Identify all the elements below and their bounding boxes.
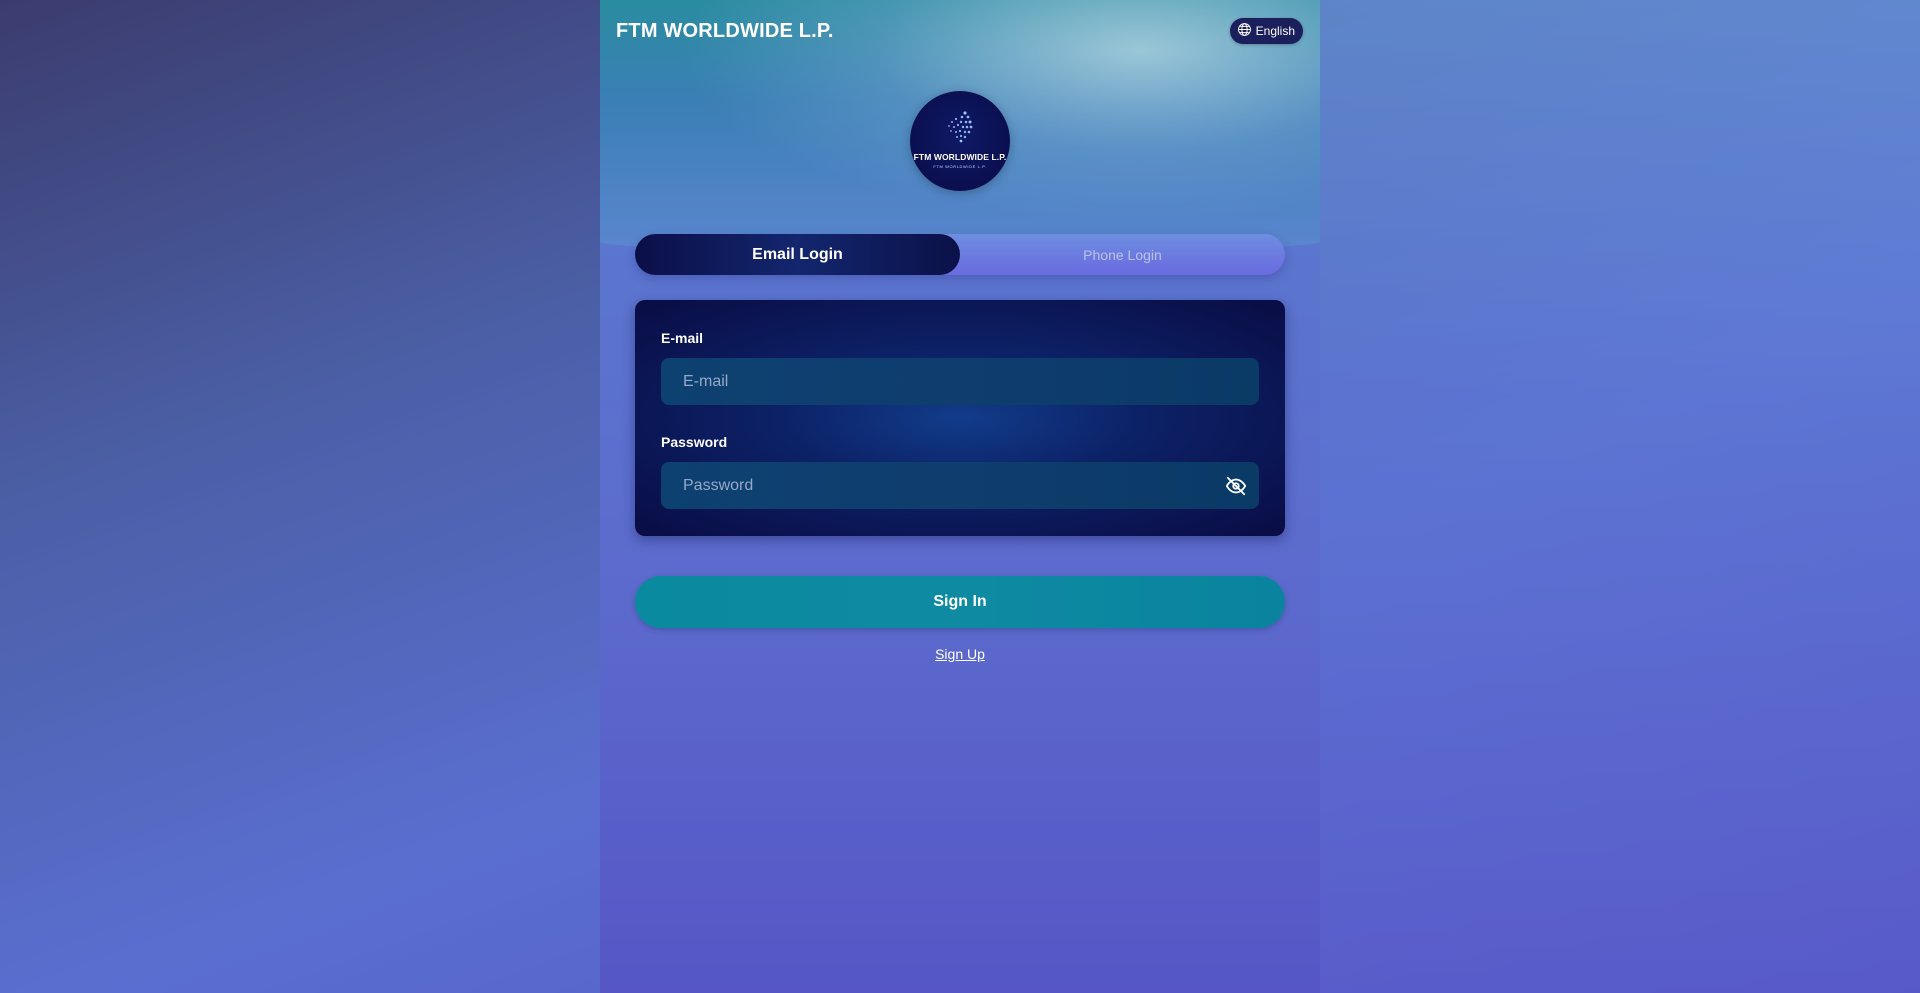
logo-subtext: FTM WORLDWIDE L.P. bbox=[933, 164, 987, 169]
email-field-wrapper[interactable] bbox=[661, 358, 1259, 405]
sign-in-button[interactable]: Sign In bbox=[635, 576, 1285, 628]
logo-mark-icon bbox=[948, 111, 973, 143]
tab-email-login[interactable]: Email Login bbox=[635, 234, 960, 275]
logo-text: FTM WORLDWIDE L.P. bbox=[913, 152, 1007, 162]
brand-title: FTM WORLDWIDE L.P. bbox=[616, 20, 834, 42]
login-tabs: Email Login Phone Login bbox=[635, 234, 1285, 275]
password-label: Password bbox=[661, 434, 728, 450]
tab-phone-login[interactable]: Phone Login bbox=[960, 234, 1285, 275]
sign-up-link: Sign Up bbox=[600, 646, 1320, 662]
language-label: English bbox=[1255, 24, 1295, 38]
password-field-wrapper[interactable] bbox=[661, 462, 1259, 509]
email-label: E-mail bbox=[661, 330, 704, 346]
eye-off-icon[interactable] bbox=[1225, 475, 1247, 497]
company-logo: FTM WORLDWIDE L.P. FTM WORLDWIDE L.P. bbox=[910, 91, 1010, 191]
login-form: E-mail Password bbox=[635, 300, 1285, 536]
background-gradient bbox=[1320, 0, 1920, 993]
email-input[interactable] bbox=[681, 371, 1205, 392]
globe-icon bbox=[1237, 22, 1252, 40]
password-input[interactable] bbox=[681, 475, 1205, 496]
language-button[interactable]: English bbox=[1229, 18, 1303, 44]
sign-up-link-text[interactable]: Sign Up bbox=[935, 646, 985, 662]
login-screen: FTM WORLDWIDE L.P. English FTM WORLDWIDE… bbox=[600, 0, 1320, 993]
